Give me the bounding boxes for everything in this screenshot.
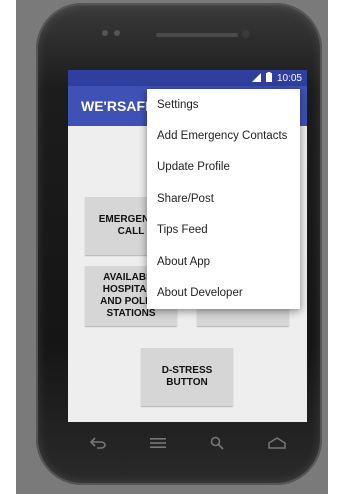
menu-item-about-developer[interactable]: About Developer bbox=[147, 277, 300, 308]
menu-icon[interactable] bbox=[147, 436, 169, 450]
menu-item-add-emergency-contacts[interactable]: Add Emergency Contacts bbox=[147, 120, 300, 151]
menu-item-settings[interactable]: Settings bbox=[147, 89, 300, 120]
search-icon[interactable] bbox=[206, 436, 228, 450]
menu-item-update-profile[interactable]: Update Profile bbox=[147, 152, 300, 183]
menu-item-share-post[interactable]: Share/Post bbox=[147, 183, 300, 214]
menu-item-tips-feed[interactable]: Tips Feed bbox=[147, 215, 300, 246]
menu-item-about-app[interactable]: About App bbox=[147, 246, 300, 277]
overflow-menu: Settings Add Emergency Contacts Update P… bbox=[147, 89, 300, 309]
app-title: WE'RSAFE bbox=[81, 98, 155, 114]
sensor-dot bbox=[102, 30, 108, 36]
front-camera bbox=[242, 30, 250, 38]
home-icon[interactable] bbox=[266, 436, 288, 450]
battery-icon bbox=[265, 72, 272, 85]
signal-icon bbox=[251, 72, 261, 85]
sensor-dot bbox=[114, 30, 120, 36]
status-time: 10:05 bbox=[276, 73, 302, 84]
earpiece-speaker bbox=[156, 33, 238, 37]
back-icon[interactable] bbox=[87, 436, 109, 450]
status-bar: 10:05 bbox=[68, 70, 307, 86]
device-nav-bar bbox=[68, 428, 307, 458]
destress-button[interactable]: D-STRESS BUTTON bbox=[141, 348, 233, 406]
